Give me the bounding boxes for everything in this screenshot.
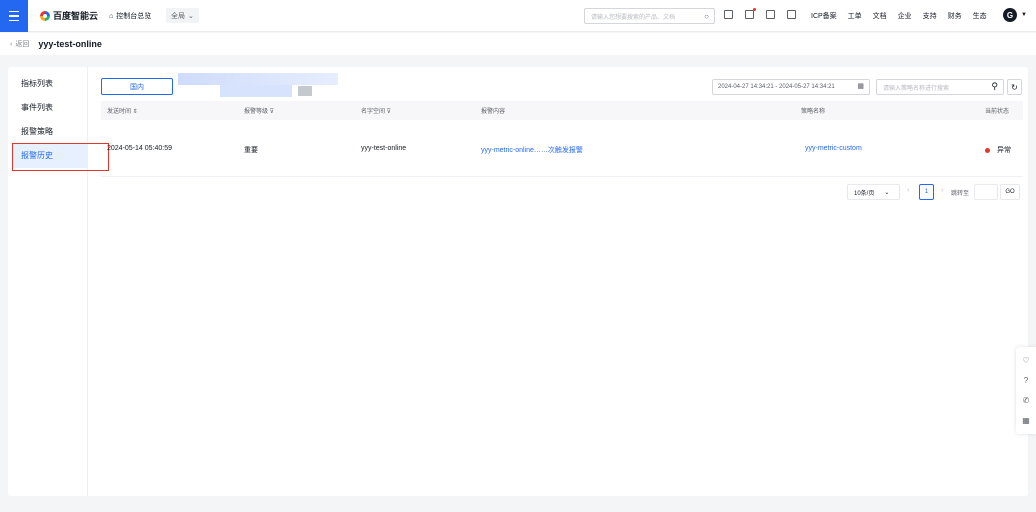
cell-status: 异常 [985, 145, 1011, 155]
sidebar: 指标列表 事件列表 报警策略 报警历史 [8, 67, 88, 496]
nav-ticket[interactable]: 工单 [848, 11, 862, 21]
cell-content[interactable]: yyy-metric-online……次触发报警 [481, 145, 583, 155]
nav-ecosystem[interactable]: 生态 [973, 11, 987, 21]
prev-page-icon[interactable]: ‹ [907, 187, 909, 194]
chevron-down-icon: ⌄ [884, 189, 890, 196]
region-label: 全局 [171, 12, 185, 20]
jump-label: 跳转至 [951, 191, 970, 197]
column-alarm-level[interactable]: 报警等级 ⊽ [244, 106, 274, 115]
sidebar-item-alarm-history[interactable]: 报警历史 [13, 144, 88, 168]
calendar-icon: ▦ [857, 83, 864, 90]
heart-icon[interactable]: ♡ [1022, 356, 1029, 365]
column-status: 当前状态 [985, 109, 1010, 115]
refresh-button[interactable]: ↻ [1007, 79, 1022, 95]
column-namespace[interactable]: 名字空间 ⊽ [361, 106, 391, 115]
cell-namespace: yyy-test-online [361, 145, 407, 152]
table-header: 发送时间 ⇕ 报警等级 ⊽ 名字空间 ⊽ 报警内容 策略名称 当前状态 [101, 101, 1023, 120]
qrcode-icon[interactable] [724, 10, 733, 19]
nav-icp[interactable]: ICP备案 [811, 11, 837, 21]
nav-finance[interactable]: 财务 [948, 11, 962, 21]
search-icon[interactable]: ⚲ [991, 81, 998, 92]
sidebar-item-alarm-policy[interactable]: 报警策略 [8, 120, 87, 144]
status-dot-icon [985, 147, 990, 153]
help-icon[interactable]: ? [1024, 376, 1028, 385]
region-select[interactable]: 全局 ⌄ [166, 8, 199, 23]
top-nav: ICP备案 工单 文档 企业 支持 财务 生态 [811, 11, 987, 21]
next-page-icon[interactable]: › [941, 187, 943, 194]
top-bar: 百度智能云 ⌂ 控制台总览 全局 ⌄ 请输入您想要搜索的产品、文档 ○ ICP备… [0, 0, 1036, 32]
top-icon-group [724, 8, 796, 19]
cell-policy-link[interactable]: yyy-metric-custom [805, 145, 862, 152]
global-search-placeholder: 请输入您想要搜索的产品、文档 [591, 14, 676, 21]
page-number[interactable]: 1 [919, 184, 934, 200]
policy-search-input[interactable]: 请输入策略名称进行搜索 ⚲ [876, 79, 1004, 95]
nav-support[interactable]: 支持 [923, 11, 937, 21]
chevron-left-icon: ‹ [10, 40, 13, 48]
date-range-value: 2024-04-27 14:34:21 - 2024-05-27 14:34:2… [718, 84, 835, 90]
console-home-label: 控制台总览 [116, 13, 152, 20]
cell-time: 2024-05-14 05:40:59 [107, 145, 172, 152]
back-link[interactable]: ‹ 返回 [10, 39, 29, 49]
page-size-select[interactable]: 10条/页 ⌄ [847, 184, 900, 200]
message-icon[interactable] [745, 8, 756, 19]
pagination: 10条/页 ⌄ ‹ 1 › 跳转至 GO [101, 184, 1023, 200]
status-text: 异常 [997, 147, 1011, 154]
floating-toolbar: ♡ ? ✆ ▦ [1016, 347, 1036, 434]
table-row: 2024-05-14 05:40:59 重要 yyy-test-online y… [101, 120, 1023, 177]
avatar-caret-icon[interactable]: ▼ [1021, 12, 1027, 18]
redacted-region [220, 85, 292, 97]
baidu-cloud-logo-icon [40, 10, 50, 21]
page-title: yyy-test-online [38, 39, 102, 49]
global-search-input[interactable]: 请输入您想要搜索的产品、文档 ○ [584, 8, 715, 24]
nav-enterprise[interactable]: 企业 [898, 11, 912, 21]
main-card: 指标列表 事件列表 报警策略 报警历史 国内 2024-04-27 14:34:… [8, 67, 1028, 496]
sidebar-item-events[interactable]: 事件列表 [8, 96, 87, 120]
nav-docs[interactable]: 文档 [873, 11, 887, 21]
cart-icon[interactable] [766, 10, 775, 19]
phone-icon[interactable]: ✆ [1023, 396, 1030, 405]
sidebar-item-metrics[interactable]: 指标列表 [8, 72, 87, 96]
redacted-region [298, 86, 312, 96]
search-icon[interactable]: ○ [704, 12, 709, 21]
cell-level: 重要 [244, 147, 258, 154]
refresh-icon: ↻ [1011, 82, 1018, 92]
redacted-region [178, 73, 338, 85]
column-send-time[interactable]: 发送时间 ⇕ [107, 106, 138, 115]
avatar[interactable]: G [1003, 8, 1017, 22]
jump-page-input[interactable] [974, 184, 998, 200]
billing-icon[interactable] [787, 10, 796, 19]
back-label: 返回 [15, 41, 30, 48]
column-policy-name: 策略名称 [801, 109, 826, 115]
menu-button[interactable] [0, 0, 28, 32]
column-alarm-content: 报警内容 [481, 109, 506, 115]
tab-domestic[interactable]: 国内 [101, 78, 173, 95]
date-range-picker[interactable]: 2024-04-27 14:34:21 - 2024-05-27 14:34:2… [712, 79, 870, 95]
content-area: 国内 2024-04-27 14:34:21 - 2024-05-27 14:3… [101, 67, 1023, 496]
home-icon: ⌂ [109, 12, 114, 20]
page-size-value: 10条/页 [854, 190, 875, 197]
console-home-link[interactable]: ⌂ 控制台总览 [109, 11, 151, 21]
logo[interactable]: 百度智能云 [40, 9, 98, 22]
chevron-down-icon: ⌄ [188, 12, 194, 20]
go-button[interactable]: GO [1000, 184, 1020, 200]
logo-text: 百度智能云 [53, 11, 99, 21]
policy-search-placeholder: 请输入策略名称进行搜索 [883, 85, 950, 92]
breadcrumb: ‹ 返回 yyy-test-online [0, 33, 1036, 55]
qrcode-icon[interactable]: ▦ [1022, 416, 1030, 425]
